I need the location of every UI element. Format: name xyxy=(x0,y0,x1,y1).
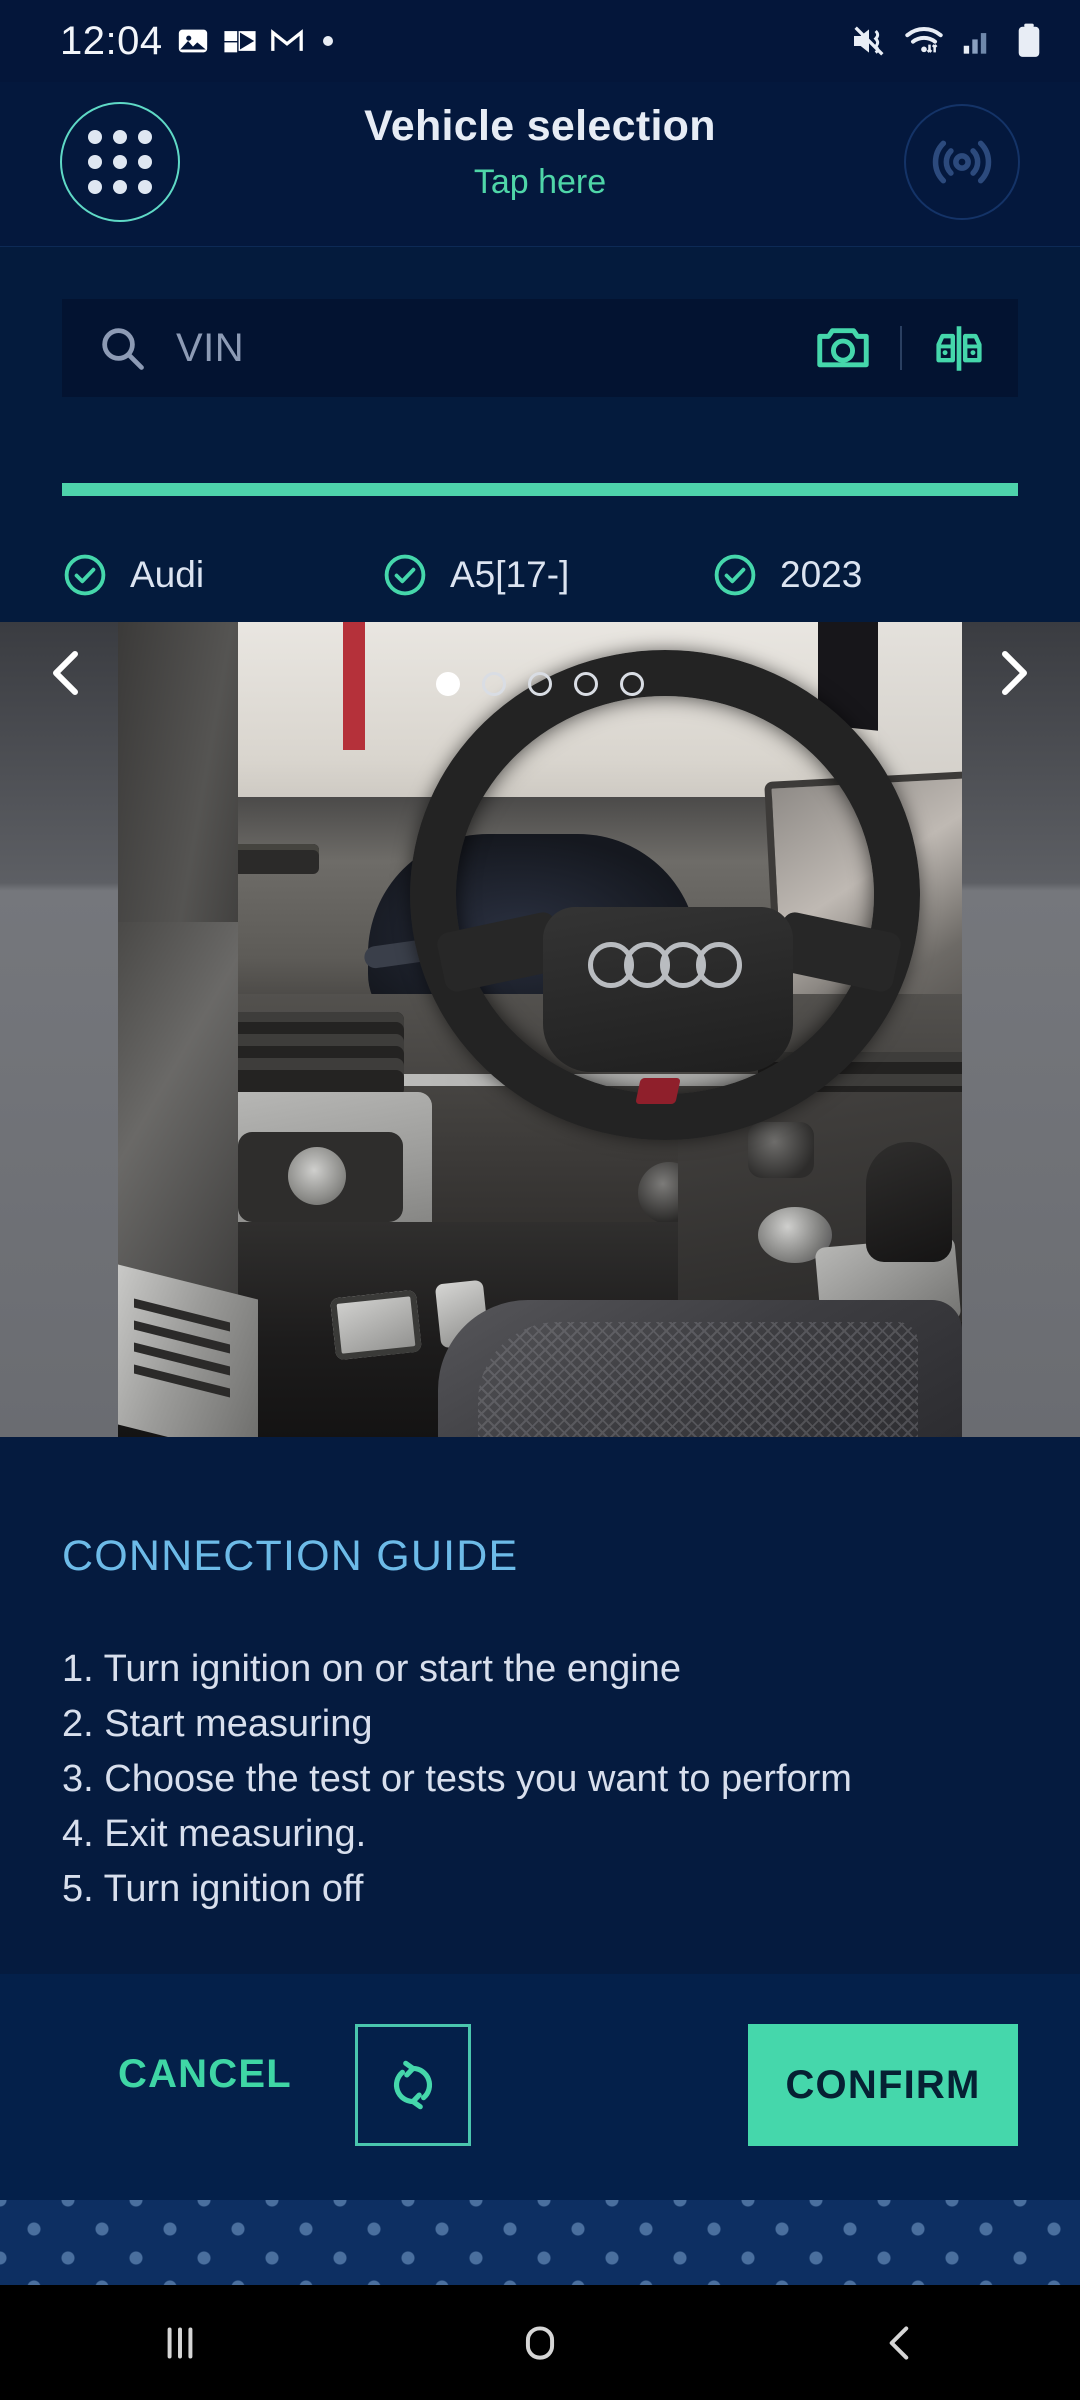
status-bar: 12:04 xyxy=(0,0,1080,82)
gmail-icon xyxy=(270,29,303,51)
guide-step: 5. Turn ignition off xyxy=(62,1868,364,1910)
notification-dot-icon xyxy=(322,36,333,46)
carousel-edge-right xyxy=(960,622,1080,1437)
cancel-button[interactable]: CANCEL xyxy=(118,2052,292,2097)
chip-model-label: A5[17-] xyxy=(450,554,570,595)
carousel-dot[interactable] xyxy=(482,672,506,696)
refresh-button[interactable] xyxy=(355,2024,471,2146)
search-icon xyxy=(102,328,144,370)
carousel-dot[interactable] xyxy=(436,672,460,696)
refresh-icon xyxy=(393,2060,433,2110)
carousel-dot[interactable] xyxy=(574,672,598,696)
chip-year[interactable]: 2023 xyxy=(712,552,862,598)
guide-step: 2. Start measuring xyxy=(62,1703,373,1745)
carousel-dot[interactable] xyxy=(620,672,644,696)
action-bar: CANCEL CONFIRM xyxy=(0,1974,1080,2200)
back-button[interactable] xyxy=(810,2318,990,2368)
camera-icon[interactable] xyxy=(812,317,874,379)
cellular-signal-icon xyxy=(963,33,987,54)
app-header: Vehicle selection Tap here xyxy=(0,82,1080,247)
home-icon xyxy=(525,2325,555,2360)
search-section: VIN xyxy=(0,247,1080,397)
carousel-edge-left xyxy=(0,622,120,1437)
battery-icon xyxy=(1018,23,1040,57)
selection-progress-bar xyxy=(62,483,1018,496)
carousel-dot[interactable] xyxy=(528,672,552,696)
connection-guide-panel: CONNECTION GUIDE 1. Turn ignition on or … xyxy=(0,1437,1080,1974)
vehicle-selection-chips: Audi A5[17-] 2023 xyxy=(62,530,1018,620)
chip-make[interactable]: Audi xyxy=(62,552,382,598)
connection-status-button[interactable] xyxy=(904,104,1020,220)
recents-icon xyxy=(167,2326,193,2359)
guide-step: 4. Exit measuring. xyxy=(62,1813,367,1855)
chip-make-label: Audi xyxy=(130,554,205,595)
app-root: 12:04 Vehicle selection Tap here VIN Aud… xyxy=(0,0,1080,2400)
vehicle-compare-icon[interactable] xyxy=(928,317,990,379)
status-bar-left: 12:04 xyxy=(60,19,333,64)
chip-model[interactable]: A5[17-] xyxy=(382,552,712,598)
decorative-dot-band xyxy=(0,2200,1080,2285)
chip-year-label: 2023 xyxy=(780,554,863,595)
confirm-button[interactable]: CONFIRM xyxy=(748,2024,1018,2146)
guide-step: 3. Choose the test or tests you want to … xyxy=(62,1758,852,1800)
carousel-page-dots[interactable] xyxy=(0,672,1080,696)
check-circle-icon xyxy=(714,554,756,596)
home-button[interactable] xyxy=(450,2318,630,2368)
check-circle-icon xyxy=(64,554,106,596)
status-bar-right xyxy=(849,21,1046,61)
outlook-icon xyxy=(224,31,256,53)
search-divider xyxy=(900,326,902,370)
recents-button[interactable] xyxy=(90,2318,270,2368)
guide-step: 1. Turn ignition on or start the engine xyxy=(62,1648,681,1690)
connection-guide-steps: 1. Turn ignition on or start the engine … xyxy=(62,1642,1022,1917)
check-circle-icon xyxy=(384,554,426,596)
vin-search-bar[interactable]: VIN xyxy=(62,299,1018,397)
system-nav-bar xyxy=(0,2285,1080,2400)
mute-vibrate-icon xyxy=(854,26,884,56)
vehicle-interior-photo xyxy=(118,622,962,1437)
vin-search-input[interactable]: VIN xyxy=(176,326,812,371)
wifi-icon xyxy=(905,26,943,53)
wireless-connection-icon xyxy=(932,140,992,184)
photos-icon xyxy=(178,29,207,53)
back-icon xyxy=(889,2325,909,2360)
connection-guide-title: CONNECTION GUIDE xyxy=(62,1532,519,1580)
vehicle-image-carousel[interactable] xyxy=(0,622,1080,1437)
progress-fill xyxy=(62,483,1018,496)
status-time: 12:04 xyxy=(60,18,163,63)
